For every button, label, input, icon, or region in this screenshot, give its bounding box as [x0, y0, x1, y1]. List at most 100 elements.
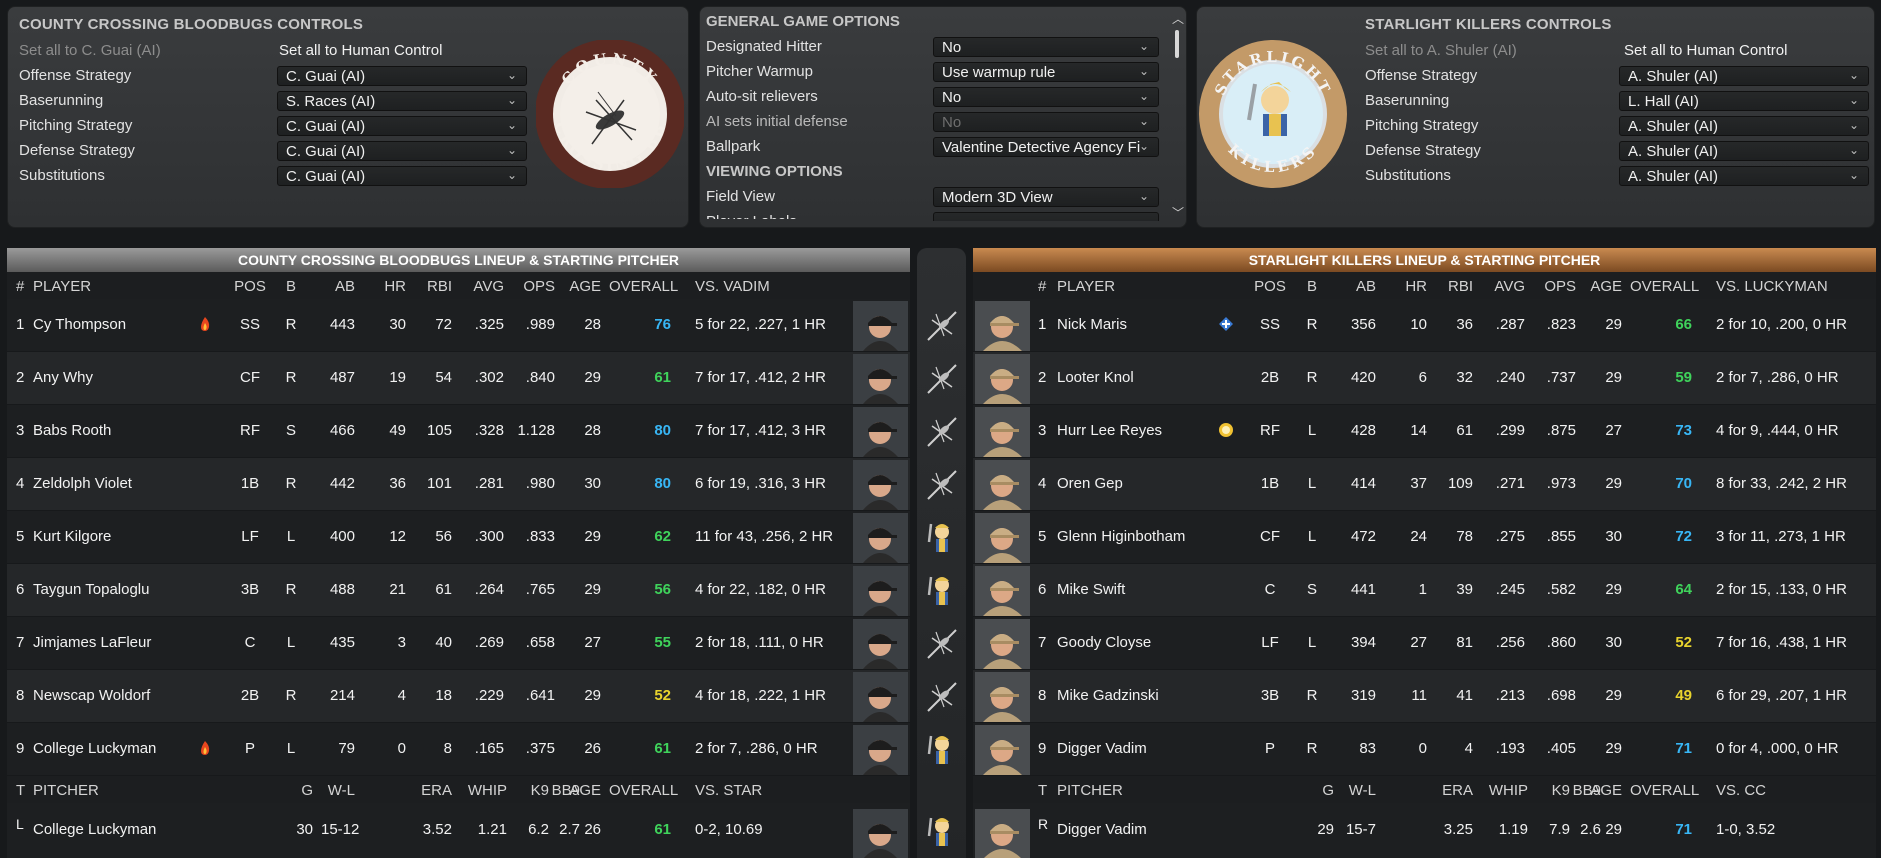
left-ctrl-select-4[interactable]: C. Guai (AI) ⌄ [277, 166, 527, 186]
player-name[interactable]: Looter Knol [1057, 369, 1134, 386]
player-name[interactable]: Any Why [33, 369, 93, 386]
right-ctrl-select-1[interactable]: L. Hall (AI) ⌄ [1619, 91, 1869, 111]
table-row[interactable]: 8 Newscap Woldorf 2B R 214 4 18 .229 .641 29 52 4 f… [7, 670, 910, 722]
player-name[interactable]: Goody Cloyse [1057, 634, 1151, 651]
player-name[interactable]: Cy Thompson [33, 316, 126, 333]
player-name[interactable]: Mike Gadzinski [1057, 687, 1159, 704]
left-col-ops[interactable]: OPS [513, 278, 555, 295]
left-pitcher-col-wl[interactable]: W-L [321, 782, 355, 799]
player-name[interactable]: Mike Swift [1057, 581, 1125, 598]
table-row[interactable]: 5 Glenn Higinbotham CF L 472 24 78 .275 .855 30 72… [973, 511, 1876, 563]
pitcher-name[interactable]: Digger Vadim [1057, 821, 1147, 838]
right-ctrl-select-2[interactable]: A. Shuler (AI) ⌄ [1619, 116, 1869, 136]
left-pitcher-col-pitcher[interactable]: PITCHER [33, 782, 99, 799]
right-pitcher-col-vs[interactable]: VS. CC [1716, 782, 1766, 799]
option-select-2[interactable]: No ⌄ [933, 87, 1159, 107]
left-col-age[interactable]: AGE [567, 278, 601, 295]
left-pitcher-col-vs[interactable]: VS. STAR [695, 782, 762, 799]
player-name[interactable]: Zeldolph Violet [33, 475, 132, 492]
left-col-vs[interactable]: VS. VADIM [695, 278, 770, 295]
right-pitcher-col-age[interactable]: AGE [1588, 782, 1622, 799]
player-name[interactable]: Oren Gep [1057, 475, 1123, 492]
left-pitcher-col-g[interactable]: G [283, 782, 313, 799]
option-select-0[interactable]: No ⌄ [933, 37, 1159, 57]
left-ctrl-select-3[interactable]: C. Guai (AI) ⌄ [277, 141, 527, 161]
table-row[interactable]: 3 Babs Rooth RF S 466 49 105 .328 1.128 28 80 7 for… [7, 405, 910, 457]
set-all-human-link[interactable]: Set all to Human Control [279, 42, 442, 59]
right-col-hr[interactable]: HR [1394, 278, 1427, 295]
table-row[interactable]: 2 Looter Knol 2B R 420 6 32 .240 .737 29 59 2 for 7… [973, 352, 1876, 404]
table-row[interactable]: 7 Goody Cloyse LF L 394 27 81 .256 .860 30 52 7 for… [973, 617, 1876, 669]
player-name[interactable]: Glenn Higinbotham [1057, 528, 1185, 545]
right-col-player[interactable]: PLAYER [1057, 278, 1115, 295]
table-row[interactable]: 1 Nick Maris SS R 356 10 36 .287 .823 29 66 2 for 1… [973, 299, 1876, 351]
table-row[interactable]: 9 College Luckyman P L 79 0 8 .165 .375 26 61 2 for… [7, 723, 910, 775]
right-ctrl-select-4[interactable]: A. Shuler (AI) ⌄ [1619, 166, 1869, 186]
left-col-hr[interactable]: HR [373, 278, 406, 295]
table-row[interactable]: 3 Hurr Lee Reyes RF L 428 14 61 .299 .875 27 73 4 f… [973, 405, 1876, 457]
right-ctrl-select-0[interactable]: A. Shuler (AI) ⌄ [1619, 66, 1869, 86]
table-row[interactable]: 4 Oren Gep 1B L 414 37 109 .271 .973 29 70 8 for 33… [973, 458, 1876, 510]
options-scrollbar[interactable]: ︿ ﹀ [1172, 12, 1184, 222]
table-row[interactable]: 9 Digger Vadim P R 83 0 4 .193 .405 29 71 0 for 4, … [973, 723, 1876, 775]
table-row[interactable]: 5 Kurt Kilgore LF L 400 12 56 .300 .833 29 62 11 fo… [7, 511, 910, 563]
left-col-rbi[interactable]: RBI [417, 278, 452, 295]
player-name[interactable]: Kurt Kilgore [33, 528, 111, 545]
right-col-overall[interactable]: OVERALL [1630, 278, 1699, 295]
set-all-human-link-right[interactable]: Set all to Human Control [1624, 42, 1787, 59]
left-col-b[interactable]: B [283, 278, 299, 295]
left-pitcher-col-era[interactable]: ERA [415, 782, 452, 799]
left-col-ab[interactable]: AB [323, 278, 355, 295]
right-pitcher-col-t[interactable]: T [1038, 782, 1047, 799]
left-ctrl-select-2[interactable]: C. Guai (AI) ⌄ [277, 116, 527, 136]
set-all-ai-link[interactable]: Set all to C. Guai (AI) [19, 42, 161, 59]
left-col-overall[interactable]: OVERALL [609, 278, 678, 295]
right-pitcher-col-pitcher[interactable]: PITCHER [1057, 782, 1123, 799]
left-pitcher-col-t[interactable]: T [16, 782, 25, 799]
right-pitcher-col-era[interactable]: ERA [1436, 782, 1473, 799]
right-col-ops[interactable]: OPS [1534, 278, 1576, 295]
view-option-select-0[interactable]: Modern 3D View ⌄ [933, 187, 1159, 207]
right-ctrl-select-3[interactable]: A. Shuler (AI) ⌄ [1619, 141, 1869, 161]
right-pitcher-row[interactable]: R Digger Vadim 29 15-7 3.25 1.19 7.9 2.6 29 71 1-0… [973, 803, 1876, 858]
player-name[interactable]: Taygun Topaloglu [33, 581, 149, 598]
scroll-down-icon[interactable]: ﹀ [1172, 204, 1184, 221]
player-name[interactable]: Nick Maris [1057, 316, 1127, 333]
player-name[interactable]: College Luckyman [33, 740, 156, 757]
left-ctrl-select-0[interactable]: C. Guai (AI) ⌄ [277, 66, 527, 86]
player-name[interactable]: Jimjames LaFleur [33, 634, 151, 651]
right-pitcher-col-wl[interactable]: W-L [1342, 782, 1376, 799]
right-pitcher-col-overall[interactable]: OVERALL [1630, 782, 1699, 799]
scroll-up-icon[interactable]: ︿ [1172, 10, 1184, 27]
player-name[interactable]: Digger Vadim [1057, 740, 1147, 757]
left-col-avg[interactable]: AVG [462, 278, 504, 295]
right-col-pos[interactable]: POS [1250, 278, 1290, 295]
right-pitcher-col-g[interactable]: G [1304, 782, 1334, 799]
table-row[interactable]: 8 Mike Gadzinski 3B R 319 11 41 .213 .698 29 49 6 f… [973, 670, 1876, 722]
table-row[interactable]: 4 Zeldolph Violet 1B R 442 36 101 .281 .980 30 80 6… [7, 458, 910, 510]
table-row[interactable]: 1 Cy Thompson SS R 443 30 72 .325 .989 28 76 5 for … [7, 299, 910, 351]
player-name[interactable]: Hurr Lee Reyes [1057, 422, 1162, 439]
right-col-avg[interactable]: AVG [1483, 278, 1525, 295]
left-pitcher-row[interactable]: L College Luckyman 30 15-12 3.52 1.21 6.2 2.7 26… [7, 803, 910, 858]
set-all-ai-link-right[interactable]: Set all to A. Shuler (AI) [1365, 42, 1517, 59]
table-row[interactable]: 7 Jimjames LaFleur C L 435 3 40 .269 .658 27 55 2 f… [7, 617, 910, 669]
left-pitcher-col-whip[interactable]: WHIP [462, 782, 507, 799]
option-select-4[interactable]: Valentine Detective Agency Fi ⌄ [933, 137, 1159, 157]
table-row[interactable]: 6 Mike Swift C S 441 1 39 .245 .582 29 64 2 for 15,… [973, 564, 1876, 616]
table-row[interactable]: 2 Any Why CF R 487 19 54 .302 .840 29 61 7 for 17, … [7, 352, 910, 404]
left-col-num[interactable]: # [16, 278, 24, 295]
player-name[interactable]: Babs Rooth [33, 422, 111, 439]
left-col-player[interactable]: PLAYER [33, 278, 91, 295]
left-pitcher-col-age[interactable]: AGE [567, 782, 601, 799]
option-select-1[interactable]: Use warmup rule ⌄ [933, 62, 1159, 82]
scroll-thumb[interactable] [1175, 30, 1179, 58]
pitcher-name[interactable]: College Luckyman [33, 821, 156, 838]
right-col-rbi[interactable]: RBI [1438, 278, 1473, 295]
left-pitcher-col-overall[interactable]: OVERALL [609, 782, 678, 799]
right-pitcher-col-whip[interactable]: WHIP [1483, 782, 1528, 799]
right-col-ab[interactable]: AB [1344, 278, 1376, 295]
right-col-b[interactable]: B [1304, 278, 1320, 295]
table-row[interactable]: 6 Taygun Topaloglu 3B R 488 21 61 .264 .765 29 56 4… [7, 564, 910, 616]
left-col-pos[interactable]: POS [230, 278, 270, 295]
